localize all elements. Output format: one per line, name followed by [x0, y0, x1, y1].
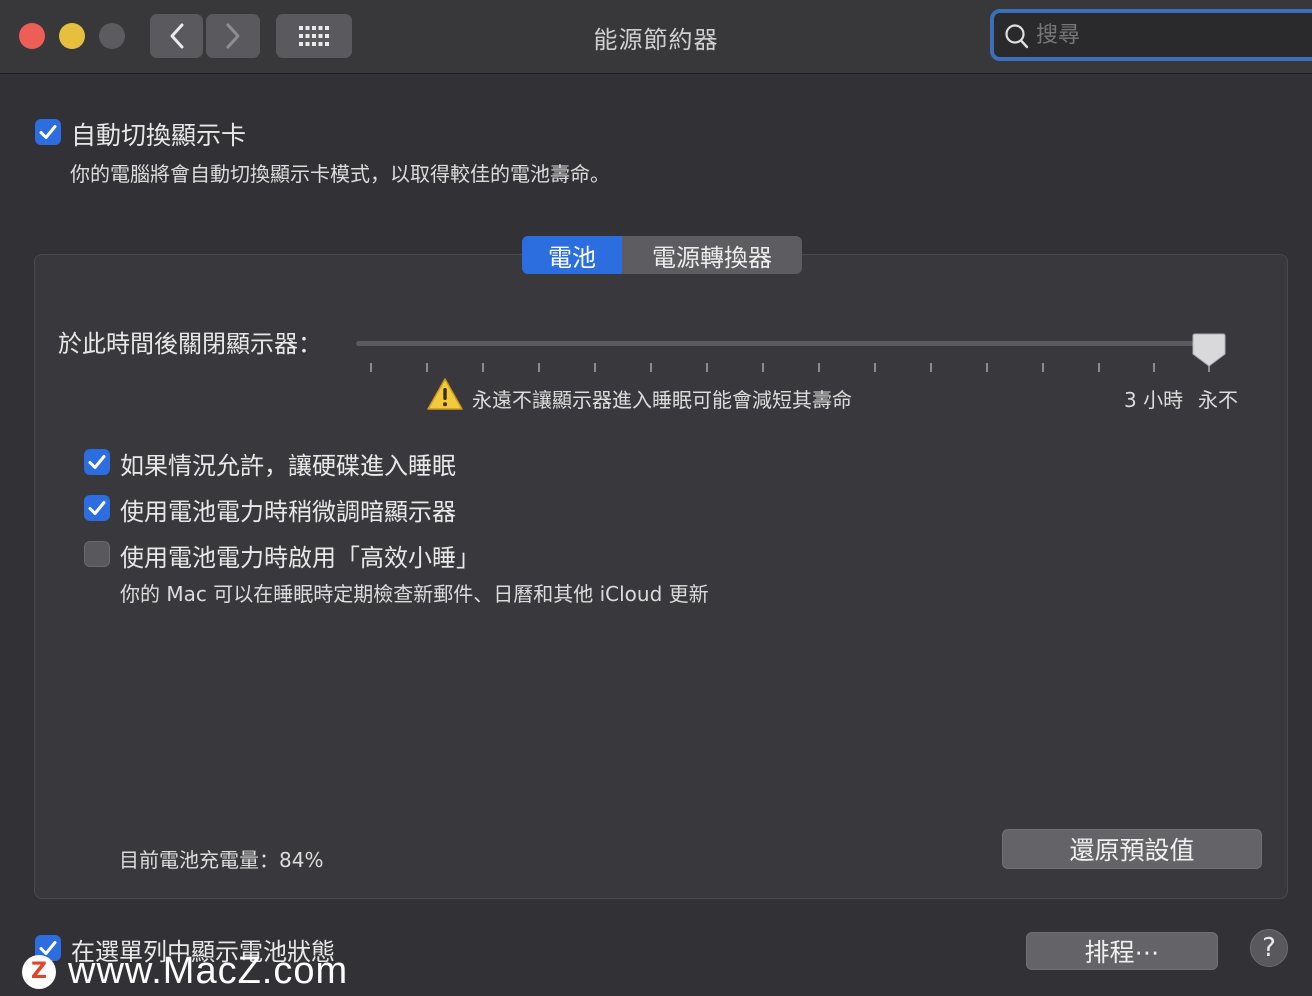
help-button[interactable]: ? — [1250, 929, 1288, 967]
warning-icon — [427, 378, 463, 410]
slider-tick — [1042, 363, 1044, 372]
slider-tick — [930, 363, 932, 372]
checkmark-icon — [88, 501, 106, 515]
auto-graphics-description: 你的電腦將會自動切換顯示卡模式，以取得較佳的電池壽命。 — [70, 162, 610, 186]
checkmark-icon — [88, 455, 106, 469]
display-sleep-warning: 永遠不讓顯示器進入睡眠可能會減短其壽命 — [472, 388, 852, 412]
auto-graphics-label: 自動切換顯示卡 — [71, 121, 247, 150]
tab-battery[interactable]: 電池 — [522, 236, 622, 274]
slider-tick — [986, 363, 988, 372]
restore-defaults-button[interactable]: 還原預設值 — [1002, 829, 1262, 869]
hard-disk-sleep-label: 如果情況允許，讓硬碟進入睡眠 — [120, 452, 456, 480]
power-nap-description: 你的 Mac 可以在睡眠時定期檢查新郵件、日曆和其他 iCloud 更新 — [120, 582, 709, 606]
slider-tick — [594, 363, 596, 372]
power-nap-label: 使用電池電力時啟用「高效小睡」 — [120, 544, 480, 572]
watermark-text: www.MacZ.com — [68, 950, 349, 992]
display-off-label: 於此時間後關閉顯示器： — [58, 330, 322, 358]
search-icon — [1005, 24, 1029, 49]
display-off-slider-track[interactable] — [356, 341, 1224, 346]
slider-tick — [426, 363, 428, 372]
tab-power-adapter[interactable]: 電源轉換器 — [622, 236, 802, 274]
slider-label-never: 永不 — [1198, 388, 1238, 412]
slider-tick — [1098, 363, 1100, 372]
auto-graphics-checkbox[interactable] — [35, 119, 61, 145]
slider-tick — [650, 363, 652, 372]
slider-tick — [482, 363, 484, 372]
slider-label-3-hours: 3 小時 — [1124, 388, 1184, 412]
display-off-slider-knob[interactable] — [1192, 332, 1226, 368]
slider-tick — [706, 363, 708, 372]
watermark: Z www.MacZ.com — [22, 950, 348, 993]
slider-tick — [874, 363, 876, 372]
hard-disk-sleep-checkbox[interactable] — [84, 449, 110, 475]
slider-tick — [762, 363, 764, 372]
slider-tick — [370, 363, 372, 372]
watermark-logo: Z — [22, 954, 56, 989]
dim-display-checkbox[interactable] — [84, 495, 110, 521]
dim-display-label: 使用電池電力時稍微調暗顯示器 — [120, 498, 456, 526]
schedule-button[interactable]: 排程⋯ — [1026, 932, 1218, 970]
slider-tick — [818, 363, 820, 372]
power-nap-checkbox[interactable] — [84, 541, 110, 567]
checkmark-icon — [39, 125, 57, 139]
search-input[interactable] — [1034, 19, 1298, 51]
search-field[interactable] — [990, 9, 1312, 61]
slider-tick — [538, 363, 540, 372]
battery-charge-level: 目前電池充電量：84% — [119, 848, 324, 872]
slider-tick — [1153, 363, 1155, 372]
